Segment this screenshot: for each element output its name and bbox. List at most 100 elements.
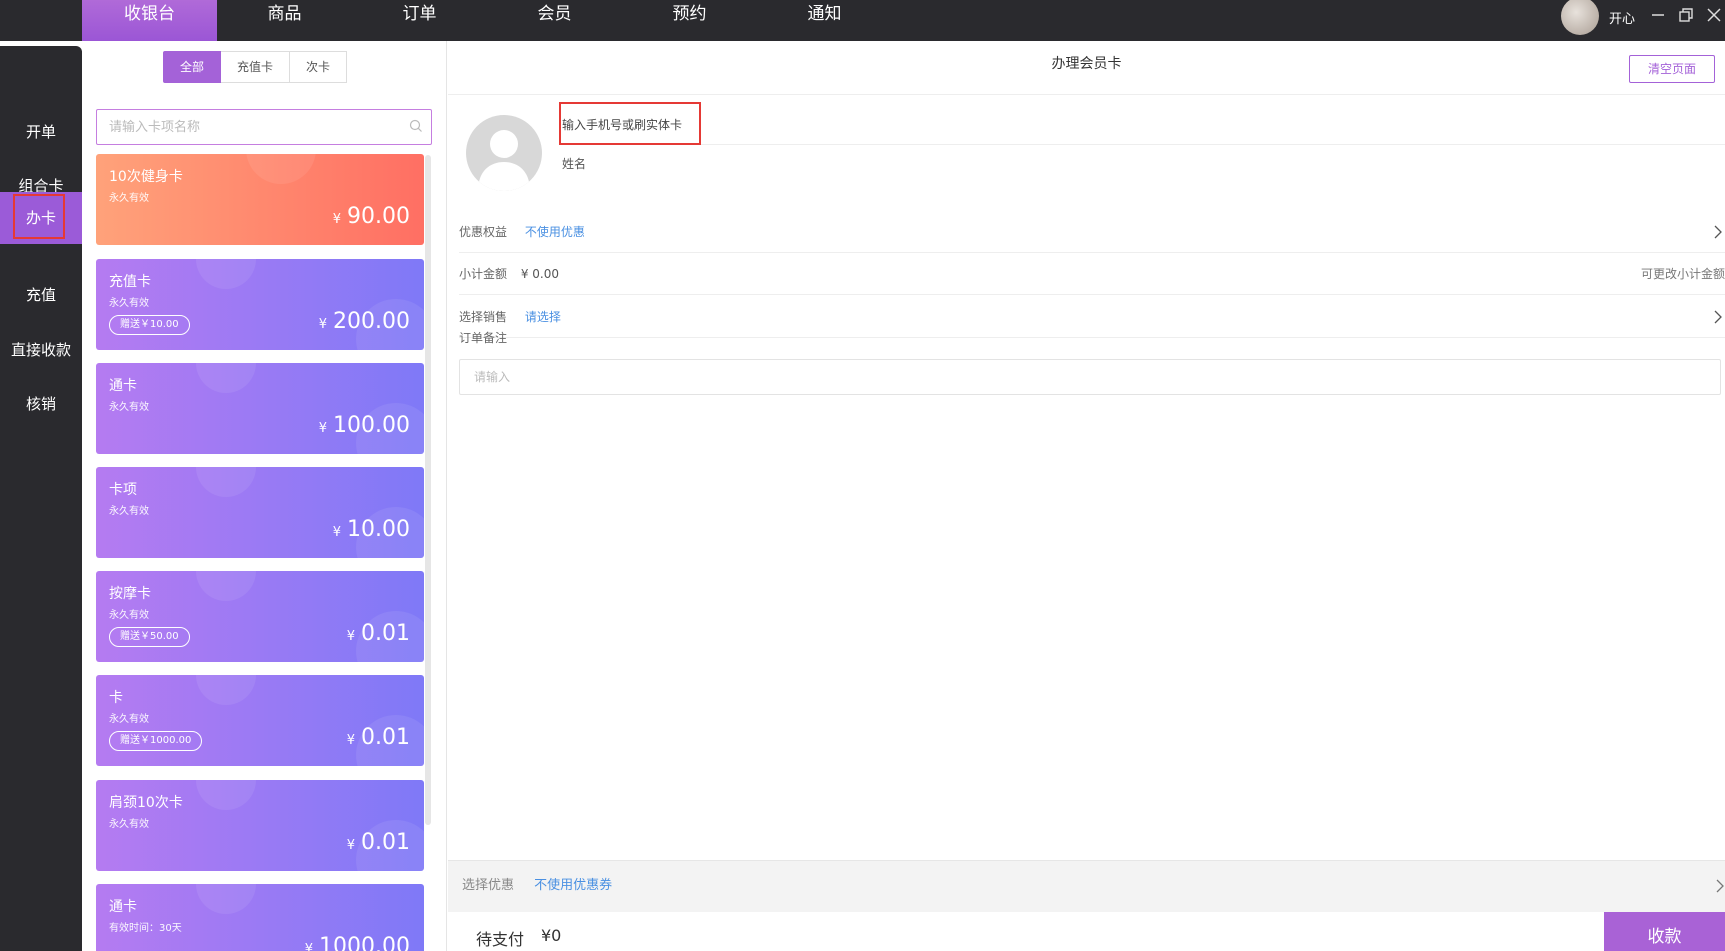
currency-symbol: ¥ <box>346 838 356 853</box>
card-item[interactable]: 肩颈10次卡 永久有效 ¥0.01 <box>96 780 424 871</box>
card-decoration <box>196 675 256 705</box>
card-name: 充值卡 <box>109 274 151 290</box>
card-price: ¥100.00 <box>319 413 410 438</box>
sidebar-item-direct-pay[interactable]: 直接收款 <box>0 326 82 374</box>
top-bar: 收银台 商品 订单 会员 预约 通知 开心 <box>0 0 1725 41</box>
card-price-value: 1000.00 <box>319 934 410 951</box>
card-validity: 永久有效 <box>109 819 149 830</box>
tab-goods[interactable]: 商品 <box>217 0 352 41</box>
currency-symbol: ¥ <box>346 629 356 644</box>
card-name: 卡项 <box>109 482 137 498</box>
card-name: 肩颈10次卡 <box>109 795 183 811</box>
currency-symbol: ¥ <box>346 733 356 748</box>
filter-times-card[interactable]: 次卡 <box>290 51 348 83</box>
card-validity: 有效时间：30天 <box>109 923 182 934</box>
sidebar-item-issue-card[interactable]: 办卡 <box>0 192 82 244</box>
subtotal-value: ¥ 0.00 <box>520 267 560 281</box>
card-price: ¥1000.00 <box>305 934 410 951</box>
card-price-value: 0.01 <box>361 830 410 855</box>
card-decoration <box>196 467 256 497</box>
currency-symbol: ¥ <box>318 421 328 436</box>
user-menu[interactable]: 开心 <box>1560 0 1635 35</box>
scrollbar[interactable] <box>425 155 431 825</box>
card-validity: 永久有效 <box>109 193 149 204</box>
filter-all[interactable]: 全部 <box>163 51 222 83</box>
card-item[interactable]: 通卡 永久有效 ¥100.00 <box>96 363 424 454</box>
card-name: 通卡 <box>109 378 137 394</box>
main-panel: 办理会员卡 清空页面 姓名 优惠权益 不使用优惠 小计金额 ¥ 0.00 可更改… <box>448 41 1725 951</box>
tab-cashier[interactable]: 收银台 <box>82 0 217 41</box>
collect-payment-button[interactable]: 收款 <box>1604 912 1725 951</box>
edit-subtotal-link[interactable]: 可更改小计金额 <box>1641 253 1725 295</box>
chevron-right-icon[interactable] <box>1713 225 1723 239</box>
sales-row[interactable]: 选择销售 请选择 <box>459 296 1725 338</box>
member-name-label: 姓名 <box>562 157 587 171</box>
card-price-value: 200.00 <box>333 309 410 334</box>
card-item[interactable]: 通卡 有效时间：30天 ¥1000.00 <box>96 884 424 951</box>
card-price: ¥10.00 <box>333 517 410 542</box>
card-price-value: 0.01 <box>361 621 410 646</box>
card-price-value: 90.00 <box>347 204 410 229</box>
currency-symbol: ¥ <box>318 317 328 332</box>
currency-symbol: ¥ <box>332 212 342 227</box>
chevron-right-icon[interactable] <box>1715 879 1725 893</box>
card-price: ¥0.01 <box>347 725 410 750</box>
coupon-value[interactable]: 不使用优惠券 <box>534 878 612 893</box>
subtotal-row: 小计金额 ¥ 0.00 可更改小计金额 <box>459 253 1725 295</box>
card-price: ¥0.01 <box>347 830 410 855</box>
card-price: ¥0.01 <box>347 621 410 646</box>
sidebar-item-verify[interactable]: 核销 <box>0 380 82 428</box>
card-list: 10次健身卡 永久有效 ¥90.00 充值卡 永久有效 赠送￥10.00 ¥20… <box>96 154 424 951</box>
tab-notifications[interactable]: 通知 <box>757 0 892 41</box>
tab-appointments[interactable]: 预约 <box>622 0 757 41</box>
payment-bar: 待支付 ¥0 收款 <box>448 912 1725 951</box>
search-icon[interactable] <box>409 119 423 133</box>
sidebar-item-recharge[interactable]: 充值 <box>0 271 82 319</box>
card-item[interactable]: 卡项 永久有效 ¥10.00 <box>96 467 424 558</box>
benefit-value[interactable]: 不使用优惠 <box>525 211 585 253</box>
restore-icon[interactable] <box>1675 3 1697 27</box>
pending-pay-label: 待支付 <box>476 930 525 949</box>
chevron-right-icon[interactable] <box>1713 310 1723 324</box>
card-validity: 永久有效 <box>109 506 149 517</box>
filter-stored-value[interactable]: 充值卡 <box>221 51 291 83</box>
clear-page-button[interactable]: 清空页面 <box>1628 55 1715 83</box>
currency-symbol: ¥ <box>332 525 342 540</box>
card-decoration <box>196 571 256 601</box>
note-input[interactable] <box>460 360 1720 394</box>
benefit-label: 优惠权益 <box>459 225 508 239</box>
avatar[interactable] <box>1560 0 1599 35</box>
gift-badge: 赠送￥10.00 <box>109 315 190 335</box>
page-title: 办理会员卡 <box>448 41 1725 95</box>
card-price-value: 10.00 <box>347 517 410 542</box>
card-price: ¥200.00 <box>319 309 410 334</box>
note-field <box>459 359 1721 395</box>
highlight-box <box>13 194 65 239</box>
card-validity: 永久有效 <box>109 714 149 725</box>
card-decoration <box>246 154 316 184</box>
note-label: 订单备注 <box>459 331 508 345</box>
card-item[interactable]: 按摩卡 永久有效 赠送￥50.00 ¥0.01 <box>96 571 424 662</box>
card-decoration <box>196 884 256 914</box>
minimize-icon[interactable] <box>1647 3 1669 27</box>
coupon-row[interactable]: 选择优惠 不使用优惠券 <box>448 860 1725 912</box>
pending-pay-amount: ¥0 <box>541 926 562 945</box>
card-item[interactable]: 10次健身卡 永久有效 ¥90.00 <box>96 154 424 245</box>
card-item[interactable]: 充值卡 永久有效 赠送￥10.00 ¥200.00 <box>96 259 424 350</box>
phone-input[interactable] <box>560 107 960 143</box>
tab-members[interactable]: 会员 <box>487 0 622 41</box>
gift-badge: 赠送￥50.00 <box>109 627 190 647</box>
card-item[interactable]: 卡 永久有效 赠送￥1000.00 ¥0.01 <box>96 675 424 766</box>
tab-orders[interactable]: 订单 <box>352 0 487 41</box>
card-price-value: 100.00 <box>333 413 410 438</box>
card-name: 按摩卡 <box>109 586 151 602</box>
sales-select[interactable]: 请选择 <box>525 296 561 338</box>
subtotal-label: 小计金额 <box>459 267 508 281</box>
search-input[interactable] <box>97 110 397 144</box>
card-price-value: 0.01 <box>361 725 410 750</box>
card-name: 10次健身卡 <box>109 169 183 185</box>
close-icon[interactable] <box>1703 3 1725 27</box>
card-validity: 永久有效 <box>109 402 149 413</box>
sidebar-item-open-order[interactable]: 开单 <box>0 108 82 156</box>
benefit-row[interactable]: 优惠权益 不使用优惠 <box>459 211 1725 253</box>
